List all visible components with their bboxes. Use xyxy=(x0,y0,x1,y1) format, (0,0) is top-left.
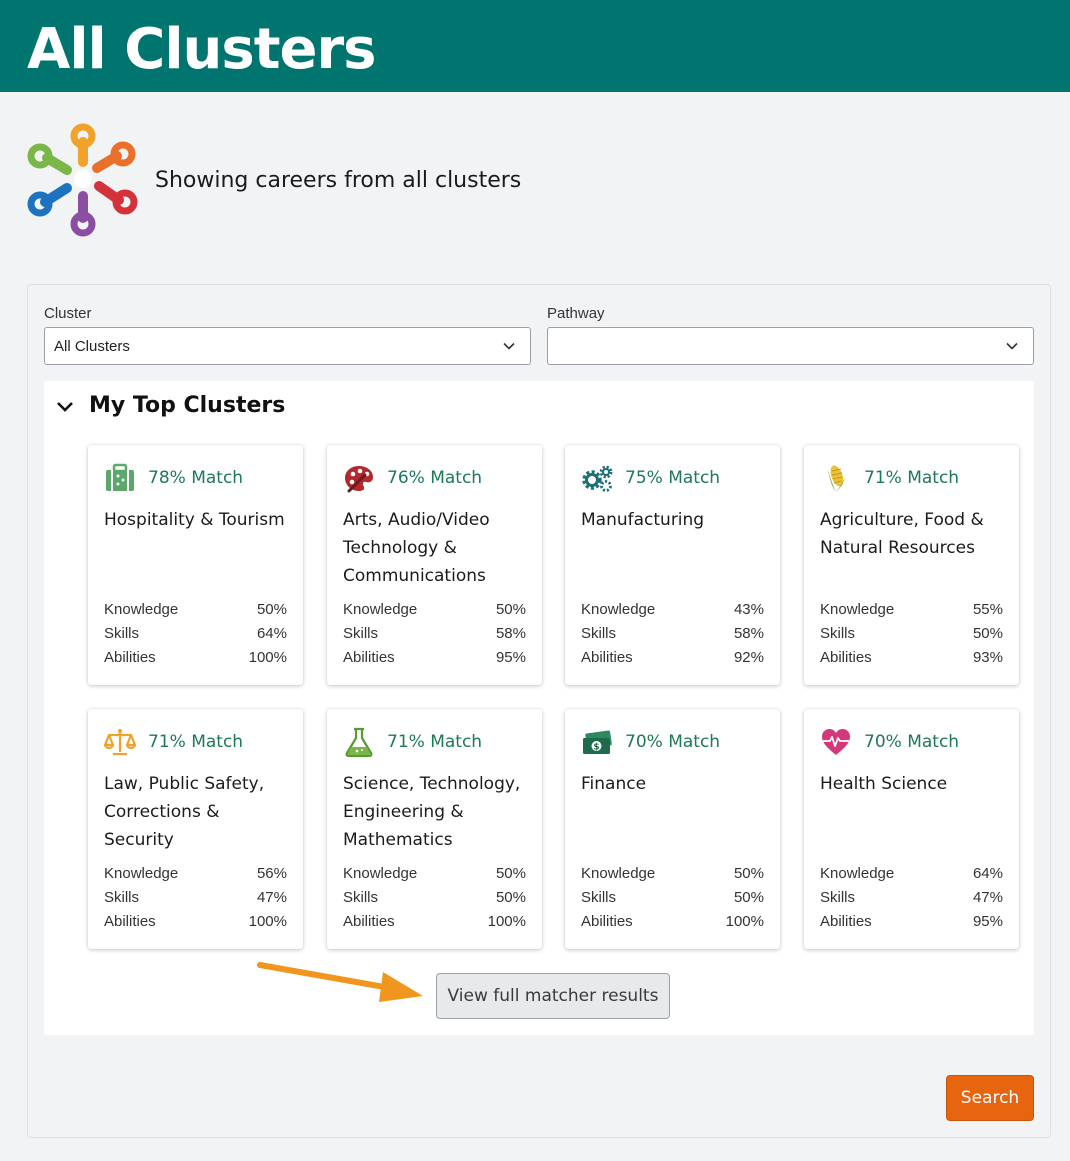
view-full-matcher-results-button[interactable]: View full matcher results xyxy=(436,973,670,1019)
stat-label: Abilities xyxy=(343,913,395,930)
intro-text: Showing careers from all clusters xyxy=(155,168,522,193)
stat-label: Knowledge xyxy=(104,865,179,882)
stat-label: Knowledge xyxy=(820,601,895,618)
cluster-name: Science, Technology, Engineering & Mathe… xyxy=(343,774,521,850)
match-percent: 76% Match xyxy=(387,468,483,488)
stat-label: Knowledge xyxy=(581,601,656,618)
collapse-chevron-icon[interactable] xyxy=(55,397,75,417)
clusters-logo-icon xyxy=(27,123,138,237)
match-percent: 71% Match xyxy=(864,468,960,488)
stat-value: 95% xyxy=(495,649,526,666)
stat-label: Skills xyxy=(104,625,140,642)
cluster-card-stem[interactable]: 71% Match Science, Technology, Engineeri… xyxy=(327,709,542,949)
stat-value: 50% xyxy=(972,625,1003,642)
stat-label: Knowledge xyxy=(343,865,418,882)
cluster-name: Law, Public Safety, Corrections & Securi… xyxy=(104,774,265,850)
cluster-card-finance[interactable]: $ 70% Match Finance Knowledge 50% Skills 5… xyxy=(565,709,780,949)
pathway-label: Pathway xyxy=(547,305,605,322)
stat-value: 100% xyxy=(248,913,287,930)
cluster-card-agriculture[interactable]: 71% Match Agriculture, Food & Natural Re… xyxy=(804,445,1019,685)
stat-label: Abilities xyxy=(343,649,395,666)
stat-label: Knowledge xyxy=(104,601,179,618)
stat-label: Knowledge xyxy=(820,865,895,882)
match-percent: 70% Match xyxy=(625,732,721,752)
gears-icon xyxy=(582,465,613,492)
stat-label: Abilities xyxy=(104,913,156,930)
cluster-name: Agriculture, Food & Natural Resources xyxy=(820,510,984,558)
scales-icon xyxy=(104,729,136,756)
match-percent: 75% Match xyxy=(625,468,721,488)
cluster-card-arts[interactable]: 76% Match Arts, Audio/Video Technology &… xyxy=(327,445,542,685)
corn-icon xyxy=(826,465,848,492)
cluster-select[interactable]: All Clusters xyxy=(44,327,531,365)
cluster-card-law[interactable]: 71% Match Law, Public Safety, Correction… xyxy=(88,709,303,949)
stat-value: 58% xyxy=(733,625,764,642)
cluster-card-health[interactable]: 70% Match Health Science Knowledge 64% Sk… xyxy=(804,709,1019,949)
cluster-card-manufacturing[interactable]: 75% Match Manufacturing Knowledge 43% Ski… xyxy=(565,445,780,685)
stat-label: Skills xyxy=(581,625,617,642)
chevron-down-icon xyxy=(1006,342,1018,350)
pathway-select[interactable] xyxy=(547,327,1034,365)
stat-label: Abilities xyxy=(820,913,872,930)
flask-icon xyxy=(345,727,373,757)
match-percent: 71% Match xyxy=(148,732,244,752)
stat-label: Skills xyxy=(820,625,856,642)
stat-value: 50% xyxy=(495,865,526,882)
palette-icon xyxy=(345,466,373,493)
top-clusters-title: My Top Clusters xyxy=(89,393,286,418)
stat-value: 95% xyxy=(972,913,1003,930)
stat-value: 56% xyxy=(256,865,287,882)
stat-label: Skills xyxy=(581,889,617,906)
cluster-select-value: All Clusters xyxy=(54,338,130,355)
svg-text:$: $ xyxy=(593,743,599,753)
stat-value: 50% xyxy=(733,889,764,906)
search-button[interactable]: Search xyxy=(946,1075,1034,1121)
heart-icon xyxy=(822,729,850,755)
stat-label: Skills xyxy=(343,889,379,906)
cluster-name: Hospitality & Tourism xyxy=(104,510,285,530)
stat-value: 93% xyxy=(972,649,1003,666)
money-icon: $ xyxy=(583,730,612,754)
cluster-name: Health Science xyxy=(820,774,948,794)
cluster-name: Finance xyxy=(581,774,647,794)
stat-value: 50% xyxy=(495,601,526,618)
page-header: All Clusters xyxy=(0,0,1070,92)
arrow-annotation-icon xyxy=(257,962,423,1002)
match-percent: 78% Match xyxy=(148,468,244,488)
stat-value: 64% xyxy=(972,865,1003,882)
stat-value: 64% xyxy=(256,625,287,642)
chevron-down-icon xyxy=(503,342,515,350)
stat-label: Skills xyxy=(343,625,379,642)
page-title: All Clusters xyxy=(27,17,376,82)
match-percent: 70% Match xyxy=(864,732,960,752)
stat-value: 50% xyxy=(495,889,526,906)
stat-value: 58% xyxy=(495,625,526,642)
suitcase-icon xyxy=(106,463,134,491)
stat-value: 55% xyxy=(972,601,1003,618)
stat-value: 100% xyxy=(487,913,526,930)
stat-label: Knowledge xyxy=(343,601,418,618)
stat-label: Skills xyxy=(104,889,140,906)
stat-value: 92% xyxy=(733,649,764,666)
cluster-name: Manufacturing xyxy=(581,510,705,530)
stat-value: 50% xyxy=(733,865,764,882)
cluster-label: Cluster xyxy=(44,305,92,322)
stat-value: 47% xyxy=(256,889,287,906)
cluster-card-hospitality[interactable]: 78% Match Hospitality & Tourism Knowledg… xyxy=(88,445,303,685)
stat-value: 47% xyxy=(972,889,1003,906)
stat-label: Abilities xyxy=(581,649,633,666)
stat-label: Abilities xyxy=(581,913,633,930)
stat-value: 100% xyxy=(725,913,764,930)
stat-label: Abilities xyxy=(820,649,872,666)
match-percent: 71% Match xyxy=(387,732,483,752)
stat-value: 100% xyxy=(248,649,287,666)
stat-label: Skills xyxy=(820,889,856,906)
stat-label: Knowledge xyxy=(581,865,656,882)
cluster-name: Arts, Audio/Video Technology & Communica… xyxy=(343,510,490,586)
stat-value: 43% xyxy=(733,601,764,618)
stat-value: 50% xyxy=(256,601,287,618)
stat-label: Abilities xyxy=(104,649,156,666)
